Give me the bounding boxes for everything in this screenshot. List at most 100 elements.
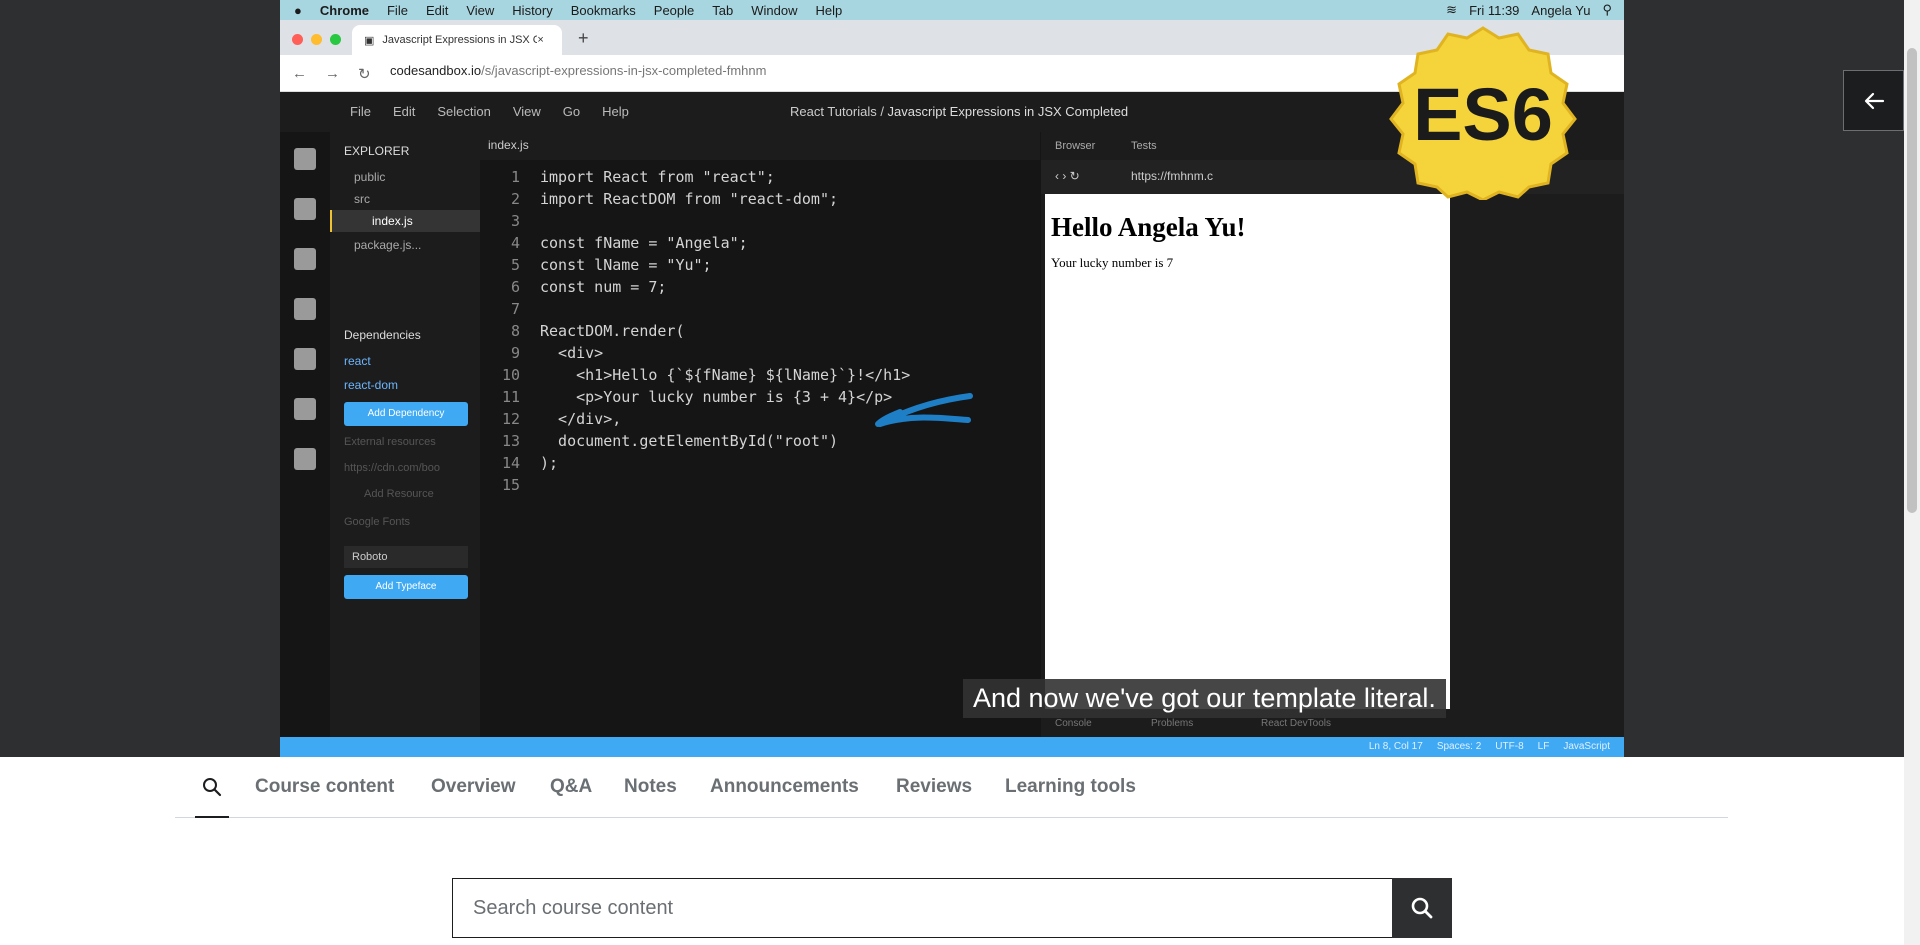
activity-bar [280, 132, 330, 757]
line-number: 2 [510, 190, 520, 208]
code-line: 14); [480, 452, 1040, 474]
preview-heading: Hello Angela Yu! [1051, 212, 1246, 242]
browser-tab-title: Javascript Expressions in JSX C [382, 34, 538, 46]
code-line: 15 [480, 474, 1040, 496]
forward-arrow-icon: → [325, 65, 340, 82]
mac-menu-item: View [466, 2, 495, 18]
mac-clock: Fri 11:39 [1469, 2, 1520, 18]
csb-menu-item: Selection [437, 104, 491, 119]
tab-qa[interactable]: Q&A [550, 757, 592, 818]
apple-icon: ● [294, 2, 302, 18]
scrollbar-thumb[interactable] [1907, 48, 1917, 513]
course-tab-bar: Course content Overview Q&A Notes Announ… [175, 757, 1728, 818]
mac-menu-item: Help [815, 2, 843, 18]
sandbox-title-name: Javascript Expressions in JSX Completed [887, 104, 1129, 119]
line-number: 7 [510, 300, 520, 318]
editor-tab: index.js [488, 138, 529, 152]
folder-item: public [354, 170, 386, 184]
drawn-arrow-icon [875, 393, 973, 427]
url-host: codesandbox.io [390, 63, 482, 78]
box-icon [294, 198, 316, 220]
csb-menu-item: Go [562, 104, 581, 119]
search-button[interactable] [1392, 878, 1452, 938]
code-line: 9 <div> [480, 342, 1040, 364]
code-line: 10 <h1>Hello {`${fName} ${lName}`}!</h1> [480, 364, 1040, 386]
browser-tab: ▣ Javascript Expressions in JSX C × [352, 25, 562, 55]
codesandbox-icon: ▣ [364, 34, 375, 47]
search-icon [1411, 897, 1433, 919]
mac-menubar: ● Chrome File Edit View History Bookmark… [280, 0, 1624, 20]
code-text: <h1>Hello {`${fName} ${lName}`}!</h1> [540, 366, 911, 384]
close-sidebar-button[interactable] [1843, 70, 1904, 131]
code-text: const num = 7; [540, 278, 667, 296]
font-select-value: Roboto [352, 551, 388, 563]
dependency-item: react [344, 354, 371, 368]
mac-menu-item: People [653, 2, 695, 18]
explorer-heading: EXPLORER [344, 144, 410, 158]
code-text: const lName = "Yu"; [540, 256, 712, 274]
es6-badge-text: ES6 [1413, 73, 1553, 156]
users-icon [294, 448, 316, 470]
tab-search[interactable] [195, 757, 229, 818]
close-dot-icon [292, 34, 303, 45]
preview-tab-tests: Tests [1131, 140, 1157, 152]
page-scrollbar[interactable] [1904, 0, 1920, 945]
preview-url: https://fmhnm.c [1131, 169, 1214, 183]
files-icon [294, 148, 316, 170]
code-line: 5 const lName = "Yu"; [480, 254, 1040, 276]
spotlight-icon: ⚲ [1602, 2, 1612, 17]
tab-learning-tools[interactable]: Learning tools [1005, 757, 1136, 818]
code-text: <div> [540, 344, 604, 362]
mac-status-area: ≋ Fri 11:39 Angela Yu ⚲ [1446, 0, 1612, 20]
code-line: 6 const num = 7; [480, 276, 1040, 298]
lecture-video-frame[interactable]: ● Chrome File Edit View History Bookmark… [280, 0, 1624, 757]
codesandbox-menu: File Edit Selection View Go Help [350, 104, 629, 119]
url-path: /s/javascript-expressions-in-jsx-complet… [481, 63, 767, 78]
csb-menu-item: View [512, 104, 541, 119]
status-item: Spaces: 2 [1436, 741, 1482, 752]
tab-announcements[interactable]: Announcements [710, 757, 859, 818]
video-player[interactable]: ● Chrome File Edit View History Bookmark… [0, 0, 1904, 757]
code-text: const fName = "Angela"; [540, 234, 748, 252]
file-item-active: index.js [330, 210, 480, 232]
github-icon [294, 348, 316, 370]
tab-overview[interactable]: Overview [431, 757, 516, 818]
line-number: 12 [501, 410, 520, 428]
arrow-left-icon [1864, 92, 1884, 109]
file-explorer: EXPLORER public src index.js package.js.… [330, 132, 480, 757]
mac-menu-item: Window [751, 2, 798, 18]
mac-user: Angela Yu [1531, 2, 1591, 18]
search-input[interactable]: Search course content [452, 878, 1393, 938]
preview-tab-browser: Browser [1055, 140, 1096, 152]
google-fonts-heading: Google Fonts [344, 516, 411, 528]
video-caption: And now we've got our template literal. [963, 679, 1446, 718]
es6-badge: ES6 [1389, 26, 1577, 200]
editor-tab-bar: index.js [480, 132, 1040, 160]
nav-icons: ← → ↻ [292, 65, 371, 83]
tab-notes[interactable]: Notes [624, 757, 677, 818]
line-number: 10 [501, 366, 520, 384]
line-number: 15 [501, 476, 520, 494]
minimize-dot-icon [311, 34, 322, 45]
code-line: 3 [480, 210, 1040, 232]
line-number: 4 [510, 234, 520, 252]
code-text: </div>, [540, 410, 622, 428]
console-tab: Console [1055, 718, 1092, 729]
csb-menu-item: Help [602, 104, 629, 119]
code-area: 1 import React from "react"; 2 import React… [480, 166, 1040, 496]
sandbox-title: React Tutorials / Javascript Expressions… [790, 104, 1128, 119]
line-number: 9 [510, 344, 520, 362]
folder-item: src [354, 192, 370, 206]
status-items: Ln 8, Col 17 Spaces: 2 UTF-8 LF JavaScri… [1369, 741, 1610, 752]
line-number: 13 [501, 432, 520, 450]
tab-reviews[interactable]: Reviews [896, 757, 972, 818]
tab-course-content[interactable]: Course content [255, 757, 394, 818]
search-icon [203, 777, 222, 796]
mac-app-name: Chrome [319, 2, 369, 18]
code-text: document.getElementById("root") [540, 432, 839, 450]
document-icon [294, 248, 316, 270]
code-text: <p>Your lucky number is {3 + 4}</p> [540, 388, 893, 406]
code-line: 4 const fName = "Angela"; [480, 232, 1040, 254]
back-arrow-icon: ← [292, 65, 307, 82]
line-number: 3 [510, 212, 520, 230]
